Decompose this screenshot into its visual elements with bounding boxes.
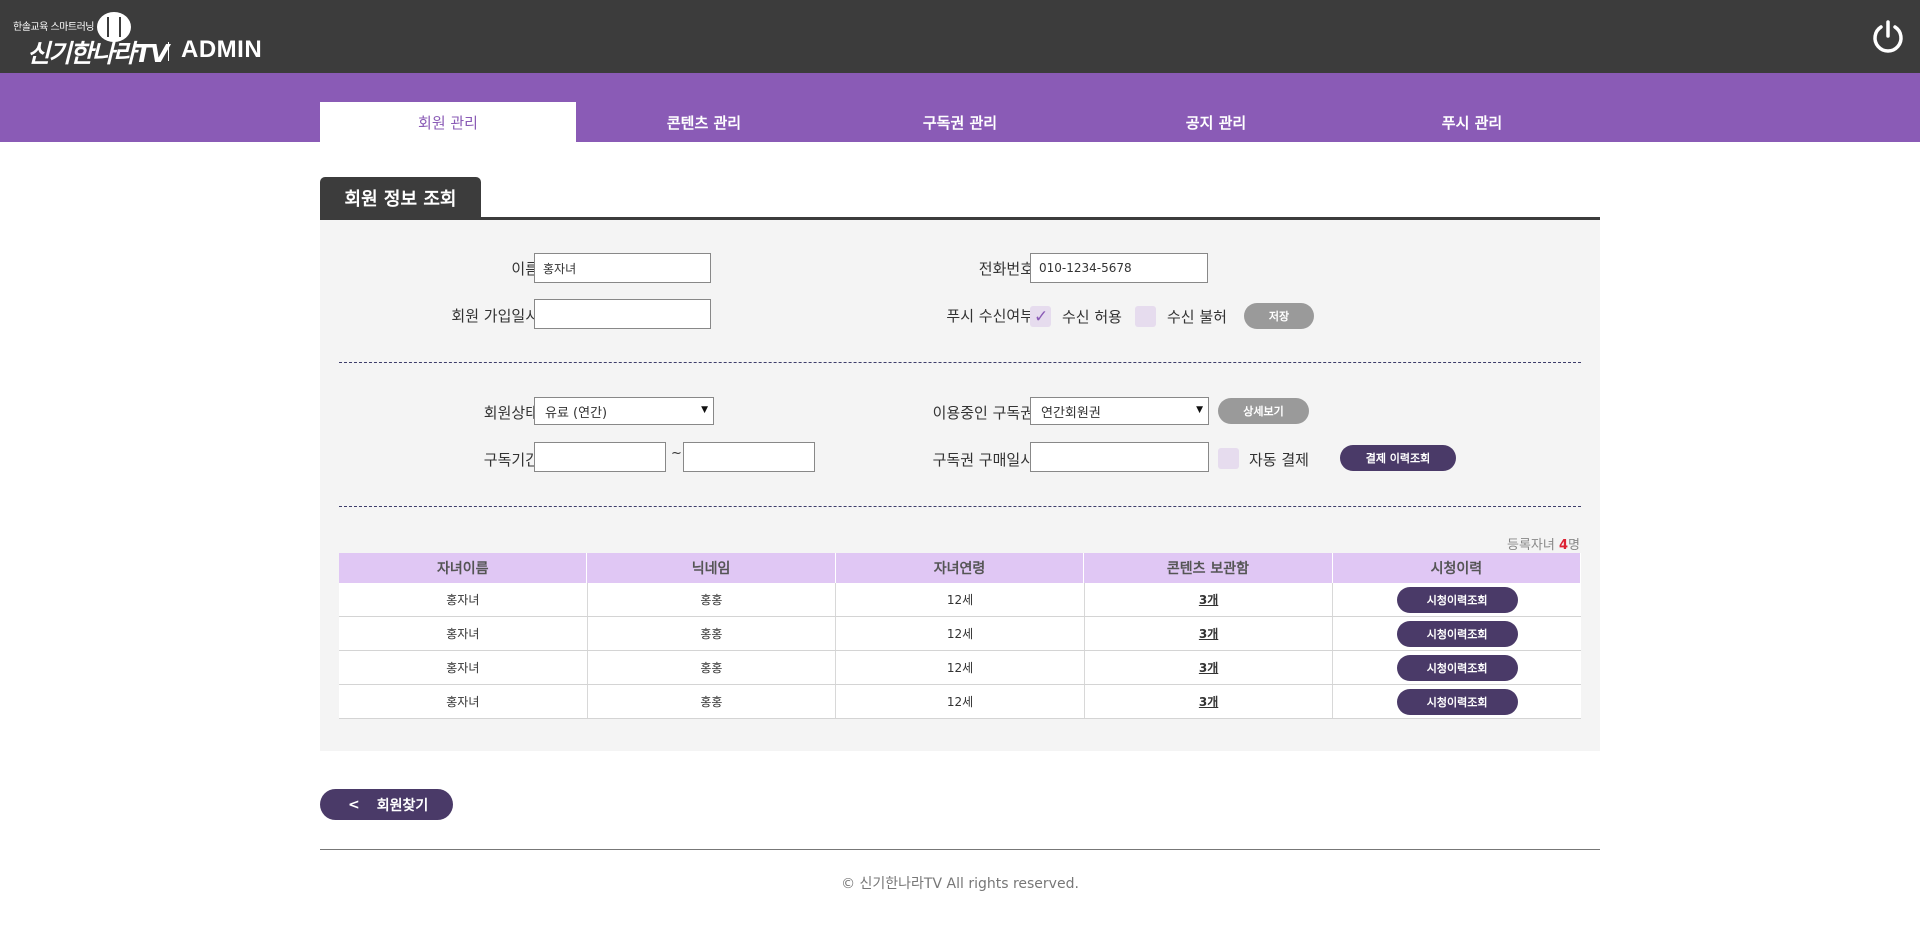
child-nickname: 홍홍 [588,685,837,718]
logo-divider [168,42,169,61]
content-storage-link[interactable]: 3개 [1199,591,1218,608]
save-button[interactable]: 저장 [1244,303,1314,329]
auto-pay-label: 자동 결제 [1249,451,1309,469]
table-row: 홍자녀 홍홍 12세 3개 시청이력조회 [339,651,1581,685]
child-name: 홍자녀 [339,583,588,616]
table-row: 홍자녀 홍홍 12세 3개 시청이력조회 [339,583,1581,617]
column-header: 닉네임 [587,553,836,583]
column-header: 자녀연령 [836,553,1085,583]
subscription-value: 연간회원권 [1041,405,1101,421]
back-button-label: 회원찾기 [376,797,429,814]
logo-name: 신기한나라TV [27,39,169,68]
power-icon[interactable] [1870,19,1906,55]
status-select[interactable]: 유료 (연간) ▼ [534,397,714,425]
name-field[interactable]: 홍자녀 [534,253,711,283]
period-end-field[interactable] [683,442,815,472]
child-name: 홍자녀 [339,685,588,718]
child-nickname: 홍홍 [588,583,837,616]
footer-copyright: © 신기한나라TV All rights reserved. [841,876,1079,892]
push-deny-checkbox[interactable] [1135,306,1156,327]
section-title: 회원 정보 조회 [320,177,481,218]
subscription-label: 이용중인 구독권 [932,404,1034,422]
back-to-member-search-button[interactable]: < 회원찾기 [320,789,453,820]
view-history-button[interactable]: 시청이력조회 [1396,620,1518,647]
child-name: 홍자녀 [339,617,588,650]
divider-1 [339,362,1581,363]
admin-label: ADMIN [181,36,263,63]
nav-tabs: 회원 관리 콘텐츠 관리 구독권 관리 공지 관리 푸시 관리 [320,102,1600,142]
join-date-label: 회원 가입일시 [451,307,539,325]
auto-pay-checkbox[interactable] [1218,448,1239,469]
main-nav: 회원 관리 콘텐츠 관리 구독권 관리 공지 관리 푸시 관리 [0,73,1920,142]
push-label: 푸시 수신여부 [946,307,1034,325]
child-age: 12세 [836,685,1085,718]
table-row: 홍자녀 홍홍 12세 3개 시청이력조회 [339,685,1581,719]
purchase-date-label: 구독권 구매일시 [932,451,1034,469]
status-value: 유료 (연간) [545,405,608,421]
payment-history-button[interactable]: 결제 이력조회 [1340,445,1456,471]
period-start-field[interactable] [534,442,666,472]
children-table: 자녀이름 닉네임 자녀연령 콘텐츠 보관함 시청이력 홍자녀 홍홍 12세 3개… [339,553,1582,719]
dropdown-arrow-icon: ▼ [1196,405,1203,415]
divider-2 [339,506,1581,507]
top-bar: 한솔교육 스마트러닝 신기한나라TV ADMIN [0,0,1920,73]
status-label: 회원상태 [483,404,539,422]
phone-field[interactable]: 010-1234-5678 [1030,253,1208,283]
push-allow-label: 수신 허용 [1062,308,1122,326]
join-date-field[interactable] [534,299,711,329]
logo-tagline: 한솔교육 스마트러닝 [13,22,94,33]
push-deny-label: 수신 불허 [1167,308,1227,326]
child-age: 12세 [836,583,1085,616]
child-nickname: 홍홍 [588,617,837,650]
check-icon: ✓ [1034,307,1049,327]
tab-push-management[interactable]: 푸시 관리 [1344,102,1600,142]
content-storage-link[interactable]: 3개 [1199,625,1218,642]
view-history-button[interactable]: 시청이력조회 [1396,654,1518,681]
child-nickname: 홍홍 [588,651,837,684]
period-label: 구독기간 [483,451,539,469]
children-count-value: 4 [1558,538,1569,553]
chevron-left-icon: < [348,796,360,813]
purchase-date-field[interactable] [1030,442,1209,472]
column-header: 시청이력 [1333,553,1582,583]
child-age: 12세 [836,617,1085,650]
tab-content-management[interactable]: 콘텐츠 관리 [576,102,832,142]
view-history-button[interactable]: 시청이력조회 [1396,586,1518,613]
child-age: 12세 [836,651,1085,684]
table-header: 자녀이름 닉네임 자녀연령 콘텐츠 보관함 시청이력 [339,553,1582,583]
tab-subscription-management[interactable]: 구독권 관리 [832,102,1088,142]
tab-member-management[interactable]: 회원 관리 [320,102,576,142]
subscription-select[interactable]: 연간회원권 ▼ [1030,397,1209,425]
content-storage-link[interactable]: 3개 [1199,659,1218,676]
detail-button[interactable]: 상세보기 [1218,398,1309,424]
member-info-panel: 이름 홍자녀 전화번호 010-1234-5678 회원 가입일시 푸시 수신여… [320,220,1600,751]
column-header: 콘텐츠 보관함 [1084,553,1333,583]
children-count: 등록자녀 4명 [1507,538,1580,553]
footer-divider [320,849,1600,850]
view-history-button[interactable]: 시청이력조회 [1396,688,1518,715]
tab-notice-management[interactable]: 공지 관리 [1088,102,1344,142]
dropdown-arrow-icon: ▼ [701,405,708,415]
phone-label: 전화번호 [978,260,1034,278]
period-separator: ~ [671,446,682,461]
child-name: 홍자녀 [339,651,588,684]
push-allow-checkbox[interactable]: ✓ [1030,306,1051,327]
column-header: 자녀이름 [339,553,588,583]
logo[interactable]: 한솔교육 스마트러닝 신기한나라TV [13,12,173,68]
content-storage-link[interactable]: 3개 [1199,693,1218,710]
table-row: 홍자녀 홍홍 12세 3개 시청이력조회 [339,617,1581,651]
